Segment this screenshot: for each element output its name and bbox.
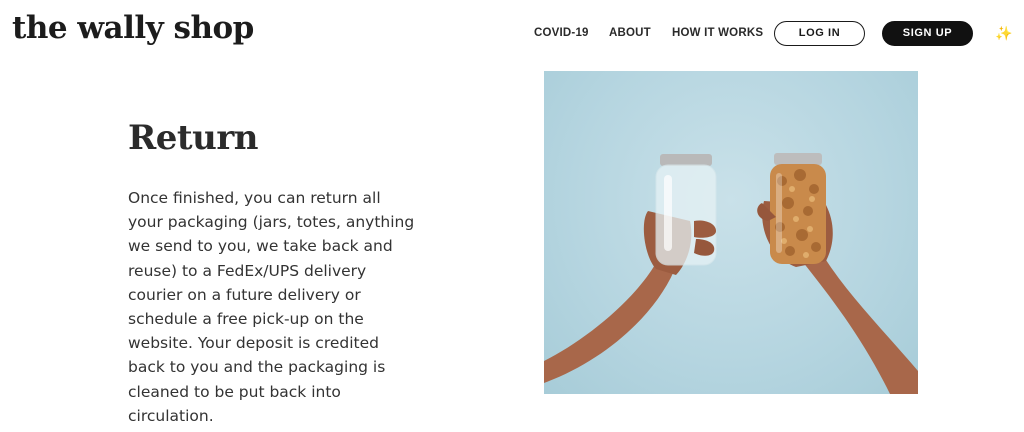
left-jar-glare <box>664 175 672 251</box>
right-jar-lid <box>774 153 822 165</box>
section-title: Return <box>128 118 258 158</box>
sparkle-icon[interactable]: ✨ <box>995 23 1012 43</box>
right-jar-glare <box>776 173 782 253</box>
section-body-text: Once finished, you can return all your p… <box>128 189 415 425</box>
right-arm <box>802 257 918 394</box>
nav-link-covid[interactable]: COVID-19 <box>534 21 589 46</box>
photo-illustration <box>544 153 918 394</box>
hero-photo <box>544 71 918 394</box>
signup-button[interactable]: SIGN UP <box>882 21 973 46</box>
left-jar-lid <box>660 154 712 166</box>
left-arm <box>544 263 674 383</box>
nav-link-how-it-works[interactable]: HOW IT WORKS <box>672 21 763 46</box>
site-logo[interactable]: the wally shop <box>12 8 254 48</box>
login-button[interactable]: LOG IN <box>774 21 865 46</box>
nav-link-about[interactable]: ABOUT <box>609 21 651 46</box>
